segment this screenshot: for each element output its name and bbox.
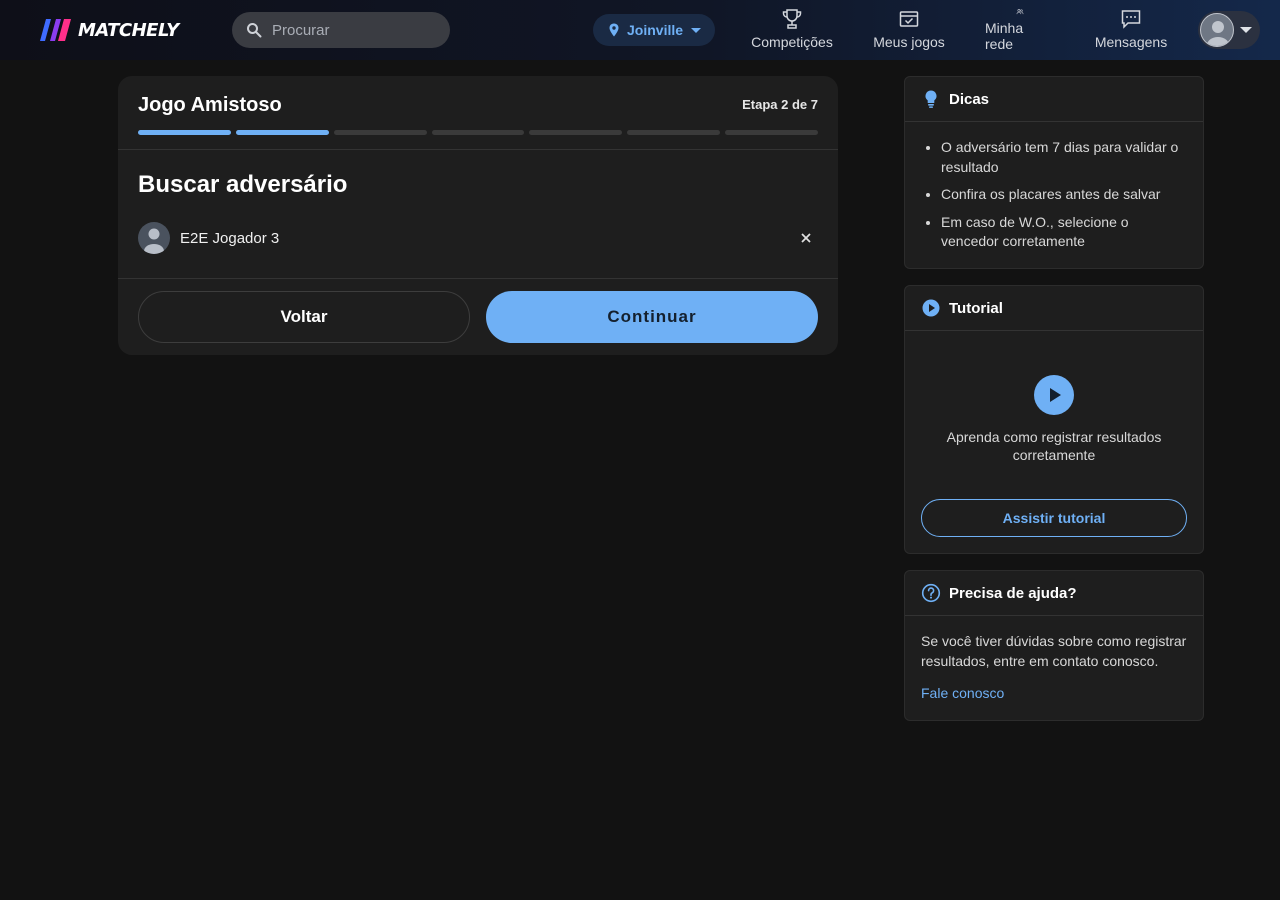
search-input[interactable] bbox=[272, 21, 432, 39]
nav-meus-jogos[interactable]: Meus jogos bbox=[873, 8, 945, 52]
back-button[interactable]: Voltar bbox=[138, 291, 470, 343]
city-selector[interactable]: Joinville bbox=[593, 14, 715, 46]
tips-title: Dicas bbox=[949, 90, 990, 108]
help-panel: Precisa de ajuda? Se você tiver dúvidas … bbox=[904, 570, 1204, 721]
calendar-check-icon bbox=[899, 11, 919, 27]
trophy-icon bbox=[782, 9, 802, 29]
location-pin-icon bbox=[609, 23, 619, 37]
logo-mark-icon bbox=[40, 19, 71, 41]
section-title: Buscar adversário bbox=[138, 171, 348, 198]
watch-tutorial-button[interactable]: Assistir tutorial bbox=[921, 499, 1187, 537]
city-name: Joinville bbox=[627, 22, 684, 38]
progress-segment bbox=[235, 130, 329, 135]
chevron-down-icon bbox=[1240, 27, 1252, 33]
progress-segment bbox=[627, 130, 721, 135]
tip-item: Confira os placares antes de salvar bbox=[941, 185, 1187, 205]
nav-competicoes[interactable]: Competições bbox=[751, 8, 833, 52]
question-circle-icon bbox=[921, 583, 941, 603]
search-icon bbox=[247, 23, 262, 38]
nav-label: Competições bbox=[751, 34, 833, 50]
tutorial-title: Tutorial bbox=[949, 299, 1003, 317]
divider bbox=[118, 278, 838, 279]
tips-header: Dicas bbox=[905, 77, 1203, 122]
progress-segment bbox=[333, 130, 427, 135]
tutorial-panel: Tutorial Aprenda como registrar resultad… bbox=[904, 285, 1204, 554]
top-navbar: MATCHELY Joinville Competições bbox=[0, 0, 1280, 60]
nav-label: Minha rede bbox=[985, 20, 1024, 52]
close-icon[interactable] bbox=[798, 230, 814, 246]
lightbulb-icon bbox=[925, 90, 937, 108]
selected-opponent: E2E Jogador 3 bbox=[138, 222, 818, 254]
divider bbox=[118, 149, 838, 150]
continue-button[interactable]: Continuar bbox=[486, 291, 818, 343]
help-description: Se você tiver dúvidas sobre como registr… bbox=[921, 633, 1187, 669]
progress-segment bbox=[431, 130, 525, 135]
tutorial-header: Tutorial bbox=[905, 286, 1203, 331]
nav-mensagens[interactable]: Mensagens bbox=[1095, 8, 1167, 52]
step-indicator: Etapa 2 de 7 bbox=[742, 97, 818, 112]
user-menu-button[interactable] bbox=[1198, 11, 1260, 49]
tips-panel: Dicas O adversário tem 7 dias para valid… bbox=[904, 76, 1204, 269]
tip-item: O adversário tem 7 dias para validar o r… bbox=[941, 138, 1187, 177]
contact-us-link[interactable]: Fale conosco bbox=[921, 685, 1004, 701]
wizard-title: Jogo Amistoso bbox=[138, 94, 282, 116]
matchely-logo[interactable]: MATCHELY bbox=[36, 16, 179, 44]
opponent-avatar bbox=[138, 222, 170, 254]
progress-segment bbox=[529, 130, 623, 135]
step-progress-bar bbox=[138, 130, 819, 135]
logo-text: MATCHELY bbox=[78, 19, 179, 41]
opponent-name: E2E Jogador 3 bbox=[180, 229, 280, 247]
progress-segment bbox=[138, 130, 231, 135]
nav-label: Meus jogos bbox=[873, 34, 945, 50]
nav-label: Mensagens bbox=[1094, 34, 1168, 50]
help-title: Precisa de ajuda? bbox=[949, 584, 1077, 602]
progress-segment bbox=[725, 130, 819, 135]
nav-minha-rede[interactable]: Minha rede bbox=[985, 8, 1055, 52]
tutorial-description: Aprenda como registrar resultados corret… bbox=[946, 429, 1162, 463]
play-video-icon[interactable] bbox=[1034, 375, 1074, 415]
search-bar[interactable] bbox=[232, 12, 450, 48]
chevron-down-icon bbox=[691, 28, 702, 33]
chat-icon bbox=[1121, 10, 1141, 29]
user-silhouette-icon bbox=[144, 228, 164, 254]
play-circle-icon bbox=[922, 299, 940, 317]
tip-item: Em caso de W.O., selecione o vencedor co… bbox=[941, 213, 1187, 252]
people-icon bbox=[1016, 9, 1024, 15]
help-header: Precisa de ajuda? bbox=[905, 571, 1203, 616]
tips-list: O adversário tem 7 dias para validar o r… bbox=[905, 122, 1203, 252]
wizard-card: Jogo Amistoso Etapa 2 de 7 Buscar advers… bbox=[118, 76, 838, 355]
user-silhouette-icon bbox=[1207, 21, 1229, 46]
avatar bbox=[1200, 13, 1234, 47]
